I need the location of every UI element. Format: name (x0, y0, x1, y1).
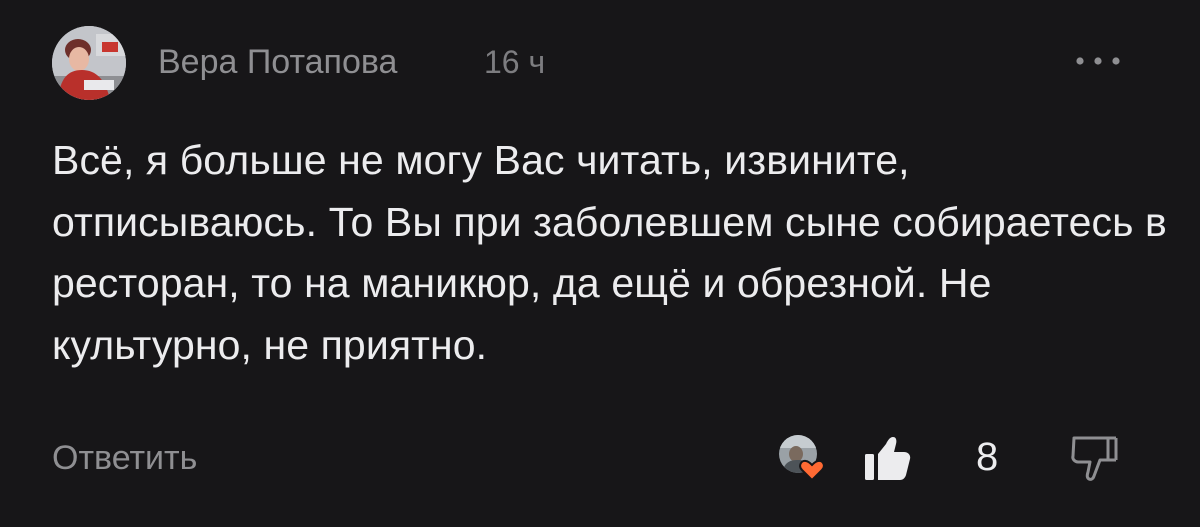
thumbs-up-icon (865, 437, 911, 480)
comment-text: Всё, я больше не могу Вас читать, извини… (52, 137, 1167, 368)
author-photo (52, 26, 126, 100)
like-count: 8 (976, 435, 999, 479)
author-avatar[interactable] (52, 26, 126, 100)
more-options-button[interactable] (1068, 46, 1128, 76)
author-name[interactable]: Вера Потапова (158, 40, 397, 84)
comment-time: 16 ч (484, 44, 546, 80)
dislike-button[interactable] (1064, 432, 1124, 484)
heart-icon (799, 459, 825, 482)
reactor-avatar[interactable] (778, 434, 826, 482)
like-button[interactable] (859, 434, 915, 484)
more-dots-icon (1076, 57, 1120, 65)
thumbs-down-icon (1071, 436, 1118, 481)
reactor-avatar-image (779, 435, 825, 482)
comment-card: Вера Потапова 16 ч Всё, я больше не могу… (0, 0, 1200, 527)
reply-button[interactable]: Ответить (52, 436, 197, 480)
